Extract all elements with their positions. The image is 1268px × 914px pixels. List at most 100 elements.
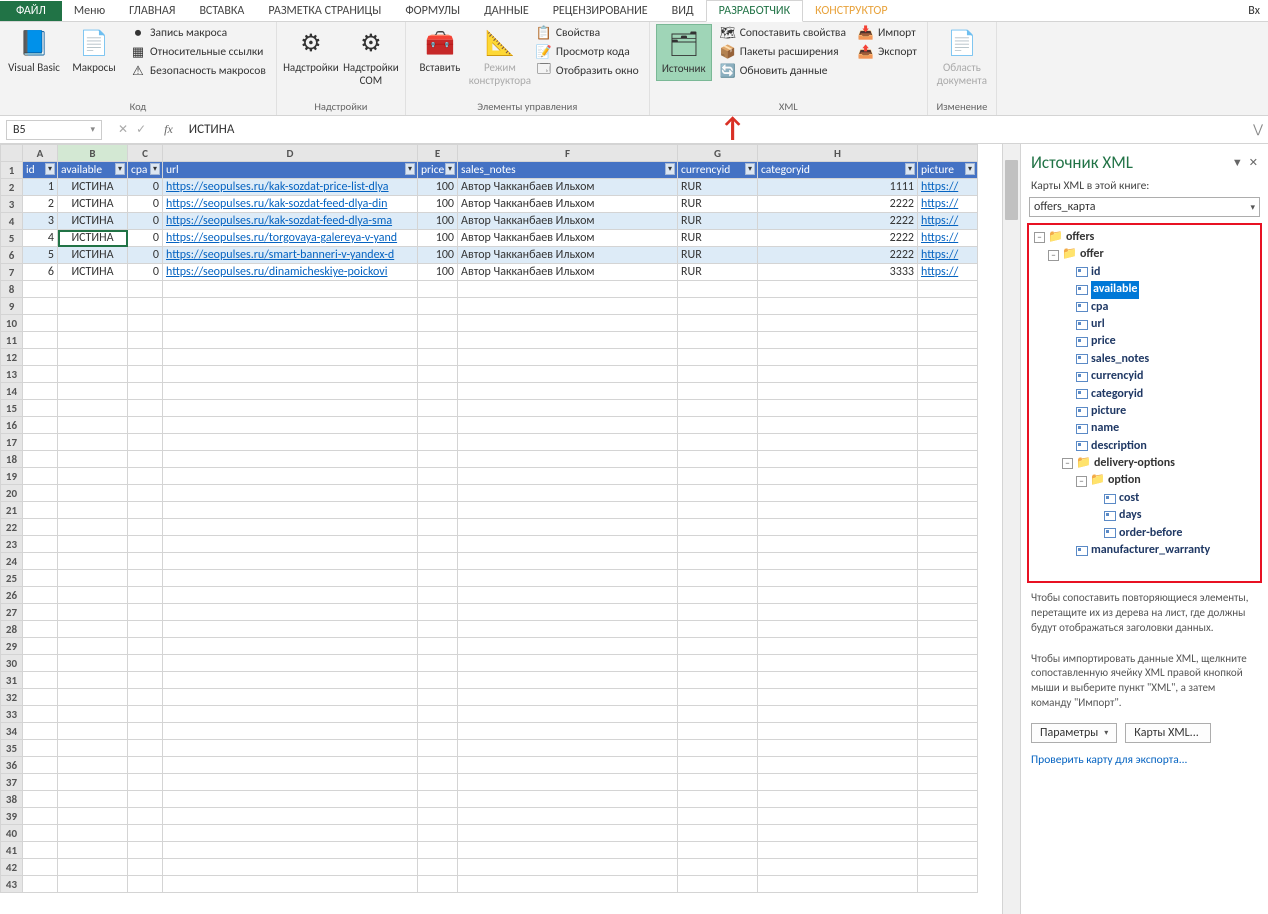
row-header[interactable]: 7 [1,264,23,281]
import-button[interactable]: 📥Импорт [854,24,921,42]
cell[interactable] [418,740,458,757]
cell[interactable] [758,740,918,757]
cell[interactable] [418,281,458,298]
cell-link[interactable]: https://seopulses.ru/smart-banneri-v-yan… [163,247,418,264]
row-header[interactable]: 41 [1,842,23,859]
cell[interactable] [458,791,678,808]
tree-node-offers[interactable]: − 📁 offers [1031,229,1258,246]
cell[interactable] [678,502,758,519]
cell[interactable] [678,553,758,570]
cell-link[interactable]: https:// [918,247,978,264]
table-header-available[interactable]: available [58,162,128,179]
cell[interactable] [458,587,678,604]
cell[interactable] [918,400,978,417]
cell[interactable]: 0 [128,264,163,281]
expansion-packs-button[interactable]: 📦Пакеты расширения [716,43,850,61]
cell[interactable] [418,383,458,400]
cell[interactable] [918,757,978,774]
cell[interactable] [23,570,58,587]
cell[interactable] [418,723,458,740]
cell[interactable] [678,400,758,417]
tree-toggle-icon[interactable]: − [1062,458,1073,469]
row-header[interactable]: 27 [1,604,23,621]
cell[interactable] [758,417,918,434]
cell[interactable] [128,281,163,298]
cell[interactable]: 1 [23,179,58,196]
cell[interactable] [163,298,418,315]
account-indicator[interactable]: Вх [1240,1,1268,21]
cell[interactable] [678,859,758,876]
cell[interactable] [163,774,418,791]
row-header[interactable]: 39 [1,808,23,825]
cell[interactable] [918,553,978,570]
row-header[interactable]: 29 [1,638,23,655]
cell[interactable] [758,519,918,536]
cell[interactable] [758,383,918,400]
row-header[interactable]: 15 [1,400,23,417]
cell[interactable] [678,672,758,689]
cell[interactable] [758,791,918,808]
cell[interactable] [458,281,678,298]
cell[interactable] [678,587,758,604]
cell[interactable] [418,706,458,723]
cell[interactable] [58,859,128,876]
cell[interactable] [163,553,418,570]
cell[interactable] [918,876,978,893]
cell[interactable] [163,740,418,757]
cell[interactable] [163,281,418,298]
cell[interactable] [918,298,978,315]
cell[interactable] [418,485,458,502]
row-header[interactable]: 13 [1,366,23,383]
cell[interactable] [678,604,758,621]
row-header[interactable]: 43 [1,876,23,893]
cell[interactable] [128,519,163,536]
cell[interactable] [458,502,678,519]
cell[interactable] [418,400,458,417]
cell[interactable] [58,451,128,468]
record-macro-button[interactable]: ⏺Запись макроса [126,24,270,42]
cell[interactable] [58,502,128,519]
cell[interactable]: Автор Чакканбаев Ильхом [458,213,678,230]
tree-node-cpa[interactable]: cpa [1031,299,1258,316]
cell[interactable] [678,842,758,859]
cell[interactable] [458,740,678,757]
cell[interactable] [918,621,978,638]
row-header[interactable]: 5 [1,230,23,247]
cell[interactable] [58,349,128,366]
row-header[interactable]: 10 [1,315,23,332]
row-header[interactable]: 3 [1,196,23,213]
table-header-categoryid[interactable]: categoryid [758,162,918,179]
cell[interactable] [128,298,163,315]
cell[interactable] [23,706,58,723]
cell[interactable] [163,842,418,859]
cell[interactable] [58,332,128,349]
cell[interactable] [418,502,458,519]
cell[interactable] [58,587,128,604]
row-header[interactable]: 9 [1,298,23,315]
cell[interactable]: 0 [128,247,163,264]
cell[interactable] [678,281,758,298]
row-header[interactable]: 21 [1,502,23,519]
cell[interactable] [163,502,418,519]
cell[interactable] [58,689,128,706]
cell[interactable] [23,417,58,434]
col-header-C[interactable]: C [128,145,163,162]
cell[interactable] [918,485,978,502]
cell[interactable] [758,332,918,349]
cell[interactable] [128,553,163,570]
cell[interactable] [58,468,128,485]
cell[interactable] [678,791,758,808]
cell[interactable]: 3333 [758,264,918,281]
cell[interactable] [758,774,918,791]
cell[interactable]: 2222 [758,247,918,264]
tree-node-name[interactable]: name [1031,420,1258,437]
cell[interactable] [128,400,163,417]
cell[interactable] [23,859,58,876]
cell[interactable]: Автор Чакканбаев Ильхом [458,264,678,281]
cell[interactable] [163,383,418,400]
cell[interactable] [128,842,163,859]
cell[interactable] [58,672,128,689]
cell[interactable] [458,536,678,553]
cell[interactable] [128,723,163,740]
cell[interactable] [128,740,163,757]
